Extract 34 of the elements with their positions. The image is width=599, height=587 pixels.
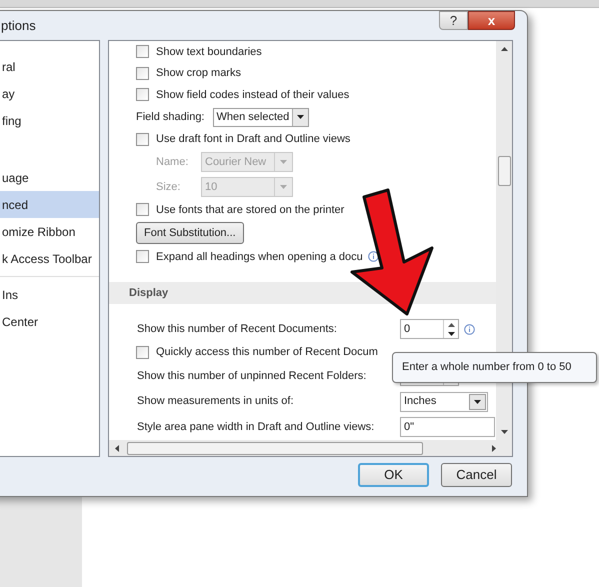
font-substitution-button[interactable]: Font Substitution... (136, 222, 244, 244)
option-label: Show this number of unpinned Recent Folders: (137, 368, 368, 384)
option-label: Show measurements in units of: (137, 394, 295, 410)
width-field[interactable]: 0" (400, 417, 495, 438)
dialog-button[interactable]: Cancel (441, 463, 512, 487)
option-label: Show text boundaries (156, 44, 262, 60)
option-label: Show this number of Recent Documents: (137, 322, 338, 337)
sidebar-item[interactable]: uage (0, 164, 99, 191)
option-label: Name: (156, 154, 190, 170)
option-label: Quickly access this number of Recent Docum (156, 345, 378, 360)
sidebar-item[interactable]: ral (0, 53, 99, 80)
option-label: Use draft font in Draft and Outline views (156, 132, 350, 147)
help-button[interactable]: ? (439, 11, 468, 30)
window-title: ptions (0, 16, 36, 35)
option-label: Expand all headings when opening a docu (156, 250, 363, 265)
sidebar-item[interactable]: fing (0, 107, 99, 134)
tooltip: Enter a whole number from 0 to 50 (392, 352, 597, 383)
sidebar-item[interactable]: omize Ribbon (0, 218, 99, 245)
sidebar-item[interactable]: nced (0, 191, 99, 218)
sidebar-item[interactable]: ay (0, 80, 99, 107)
option-label: Use fonts that are stored on the printer (156, 202, 344, 218)
sidebar-item[interactable]: k Access Toolbar (0, 245, 99, 272)
units-dropdown[interactable]: Inches (400, 392, 488, 412)
sidebar-item[interactable]: Center (0, 308, 99, 335)
dropdown[interactable]: When selected (212, 108, 310, 127)
number-field[interactable]: 0 (400, 319, 459, 340)
option-label: Field shading: (136, 110, 204, 125)
close-button[interactable]: x (468, 11, 515, 30)
option-label: Style area pane width in Draft and Outline views: (137, 420, 376, 435)
option-label: Show crop marks (156, 66, 241, 82)
option-label: Size: (156, 180, 182, 195)
option-label: Show field codes instead of their values (156, 88, 350, 103)
dialog-button[interactable]: OK (358, 463, 429, 487)
sidebar-item[interactable]: Ins (0, 281, 99, 308)
